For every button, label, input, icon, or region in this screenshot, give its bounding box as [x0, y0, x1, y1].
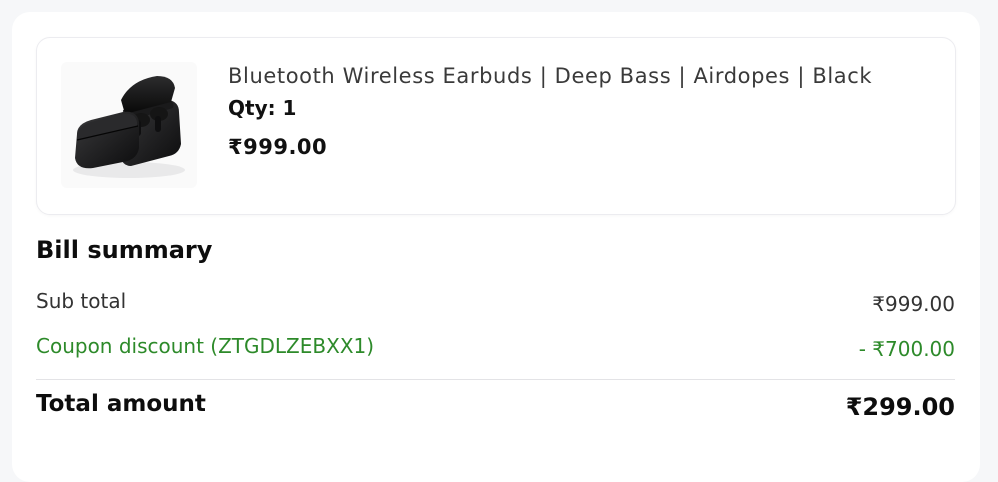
earbuds-case-icon: [73, 76, 185, 178]
bill-summary-title: Bill summary: [36, 236, 213, 264]
order-summary-panel: Bluetooth Wireless Earbuds | Deep Bass |…: [12, 12, 980, 482]
sub-total-row: Sub total ₹999.00: [36, 289, 955, 316]
divider: [36, 379, 955, 380]
sub-total-value: ₹999.00: [872, 292, 955, 316]
product-image: [61, 62, 197, 188]
total-amount-label: Total amount: [36, 391, 206, 417]
total-amount-value: ₹299.00: [845, 393, 955, 421]
sub-total-label: Sub total: [36, 289, 127, 313]
product-name: Bluetooth Wireless Earbuds | Deep Bass |…: [228, 64, 873, 88]
product-quantity: Qty: 1: [228, 96, 297, 120]
coupon-discount-value: - ₹700.00: [858, 337, 955, 361]
coupon-discount-row: Coupon discount (ZTGDLZEBXX1) - ₹700.00: [36, 334, 955, 361]
product-price: ₹999.00: [228, 135, 328, 159]
total-amount-row: Total amount ₹299.00: [36, 391, 955, 421]
product-card[interactable]: Bluetooth Wireless Earbuds | Deep Bass |…: [36, 37, 956, 215]
coupon-discount-label: Coupon discount (ZTGDLZEBXX1): [36, 334, 375, 358]
